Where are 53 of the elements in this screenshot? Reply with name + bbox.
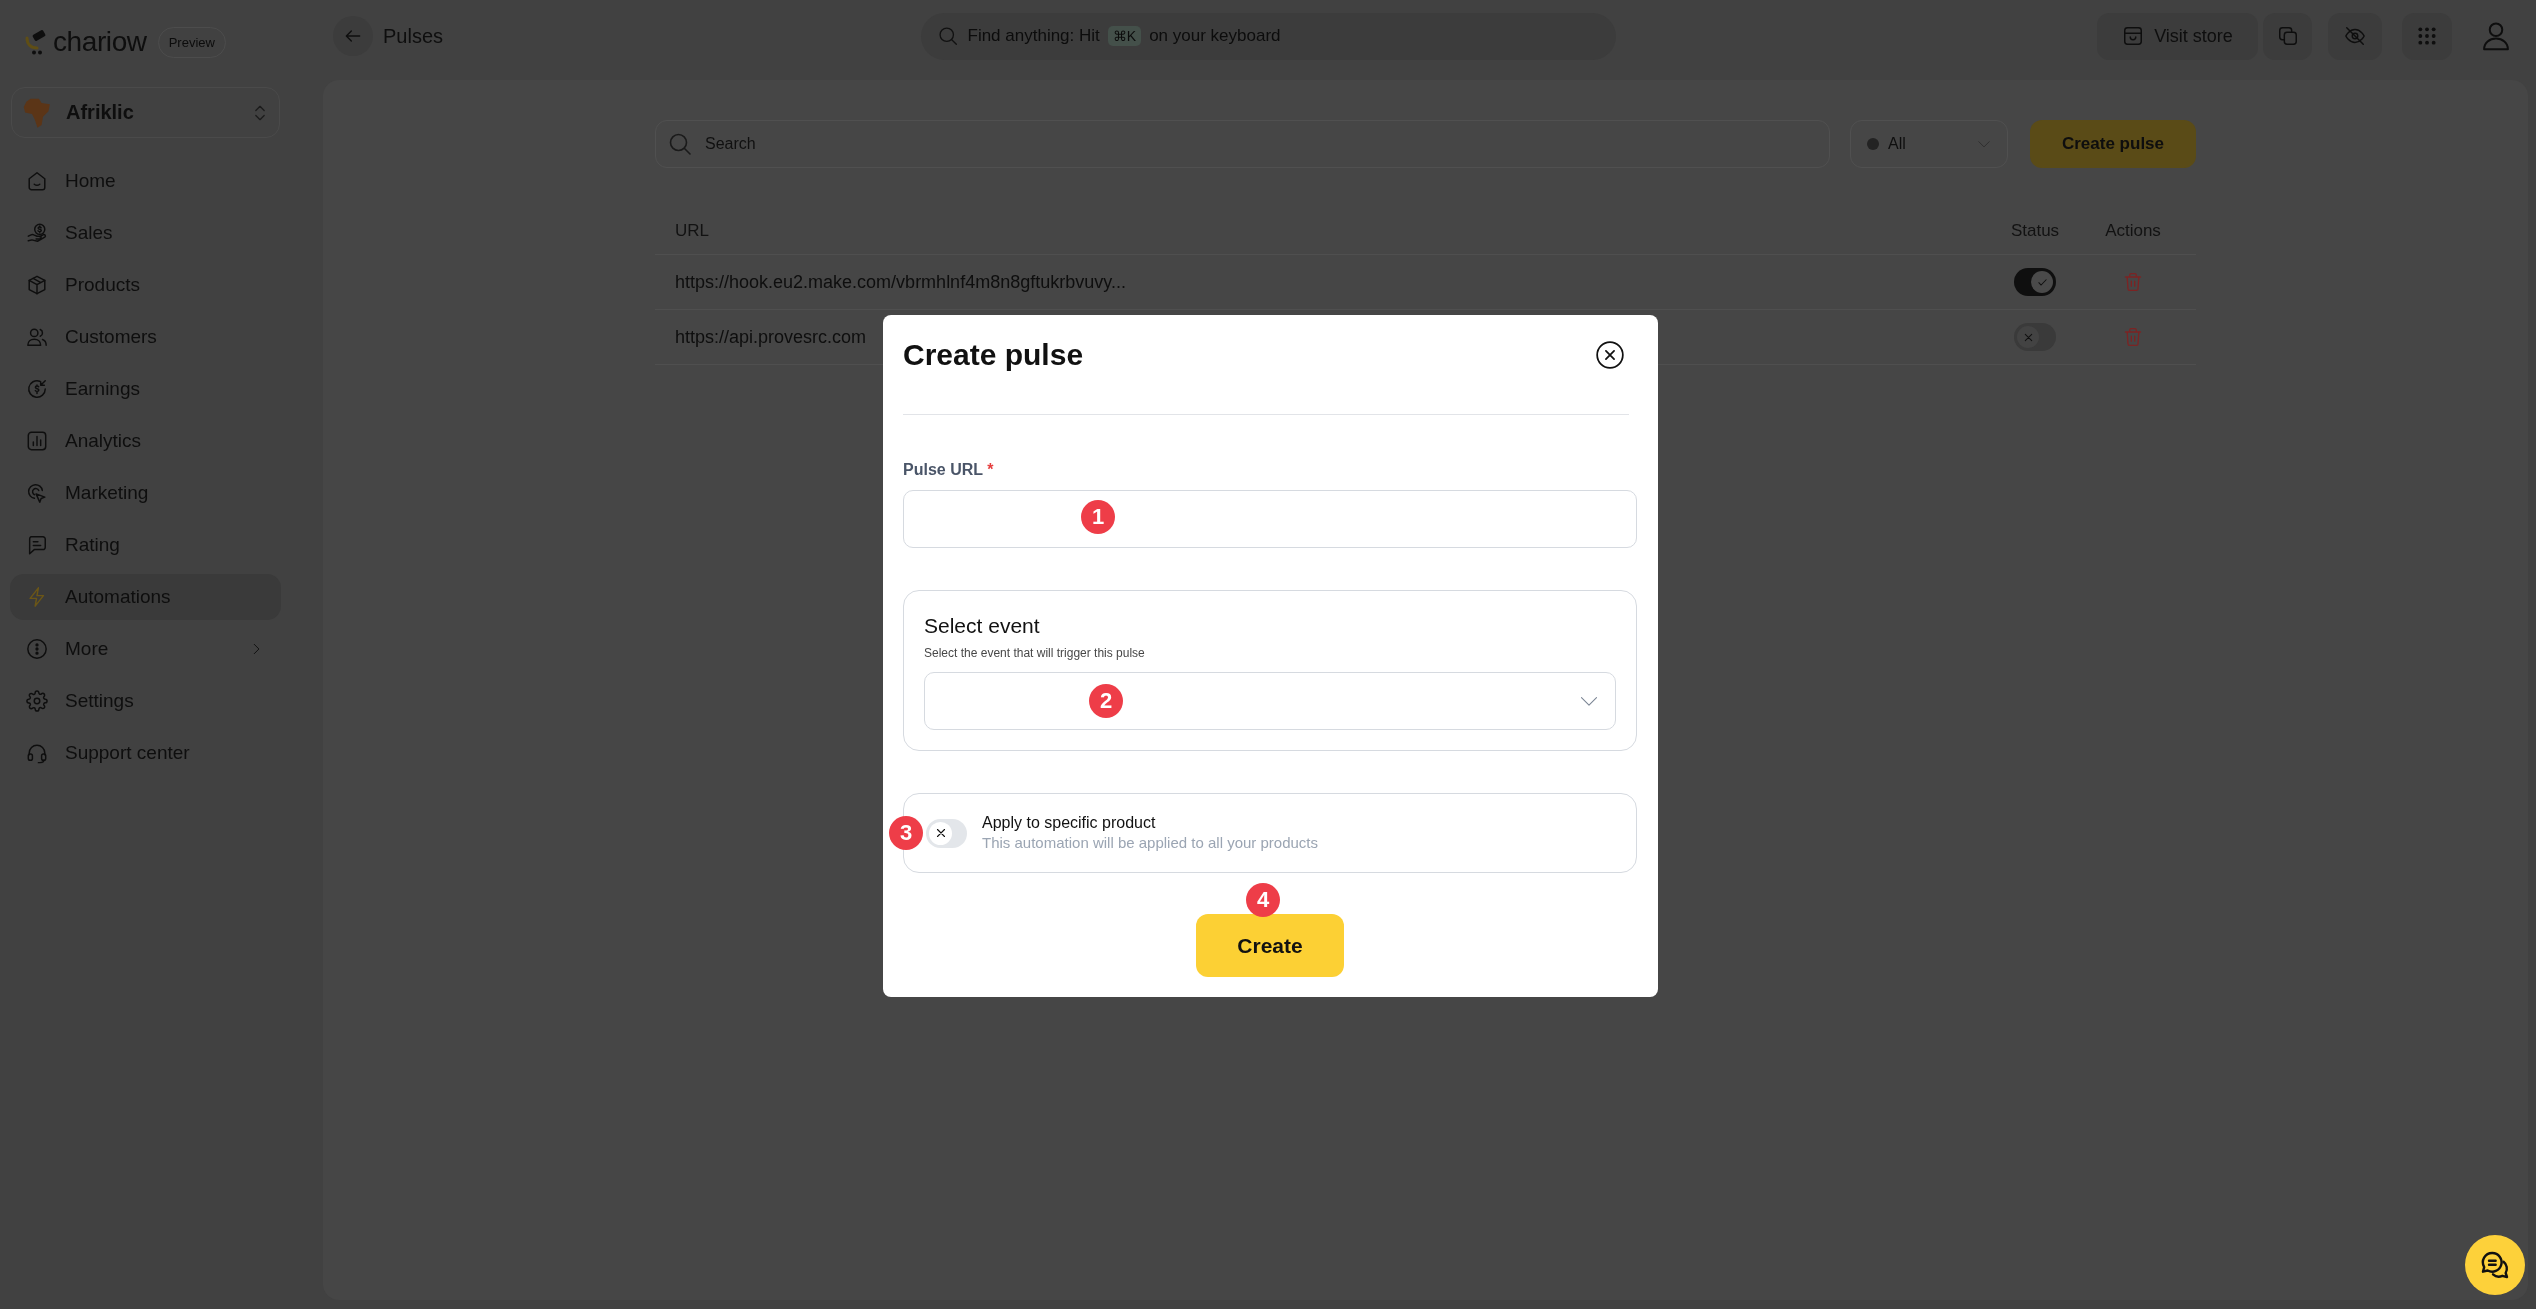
users-icon (26, 326, 48, 348)
close-icon (1596, 341, 1624, 369)
cursor-click-icon (26, 482, 48, 504)
copy-button[interactable] (2263, 12, 2312, 60)
shortcut-key: ⌘K (1107, 26, 1142, 46)
create-button[interactable]: Create (1196, 914, 1344, 977)
x-icon (934, 827, 947, 839)
coin-arrow-icon (26, 378, 48, 400)
status-toggle[interactable] (2014, 323, 2056, 351)
user-icon (2480, 21, 2511, 51)
bar-chart-icon (26, 430, 48, 452)
status-filter[interactable]: All (1850, 120, 2008, 168)
store-icon (2122, 25, 2145, 47)
box-icon (26, 274, 48, 296)
dot-icon (1867, 138, 1879, 150)
home-icon (26, 170, 48, 192)
table-cell: https://api.provesrc.com (675, 326, 867, 347)
trash-icon (2123, 327, 2143, 347)
step-marker: 3 (889, 816, 923, 850)
back-button[interactable] (333, 16, 373, 56)
check-icon (2036, 276, 2048, 288)
option-description: This automation will be applied to all your products (982, 833, 1318, 853)
trash-icon (2123, 272, 2143, 292)
copy-icon (2276, 25, 2299, 47)
section-title: Select event (924, 615, 1041, 637)
table-cell: https://hook.eu2.make.com/vbrmhlnf4m8n8gftukrbvuvy... (675, 271, 1126, 292)
grid-icon (2417, 26, 2437, 46)
search-icon (668, 132, 692, 156)
chat-icon (2479, 1249, 2511, 1281)
settings-icon (26, 690, 48, 712)
delete-button[interactable] (2123, 272, 2143, 292)
x-icon (2022, 331, 2034, 343)
dots-circle-icon (26, 638, 48, 660)
status-toggle[interactable] (2014, 268, 2056, 296)
visibility-button[interactable] (2328, 12, 2382, 60)
step-marker: 4 (1246, 883, 1280, 917)
option-title: Apply to specific product (982, 813, 1157, 833)
product-toggle[interactable] (926, 818, 967, 848)
field-label: Pulse URL * (903, 460, 995, 480)
step-marker: 2 (1089, 684, 1123, 718)
modal-title: Create pulse (903, 337, 1084, 373)
close-button[interactable] (1596, 341, 1624, 369)
delete-button[interactable] (2123, 327, 2143, 347)
eye-off-icon (2344, 25, 2366, 47)
apps-button[interactable] (2402, 12, 2452, 60)
message-icon (26, 534, 48, 556)
hand-coin-icon (26, 222, 48, 244)
search-icon (937, 26, 958, 46)
event-select[interactable] (924, 672, 1616, 730)
url-input[interactable] (903, 490, 1637, 548)
create-pulse-button[interactable]: Create pulse (2030, 120, 2196, 168)
headset-icon (26, 742, 48, 764)
section-description: Select the event that will trigger this pulse (924, 646, 1146, 660)
